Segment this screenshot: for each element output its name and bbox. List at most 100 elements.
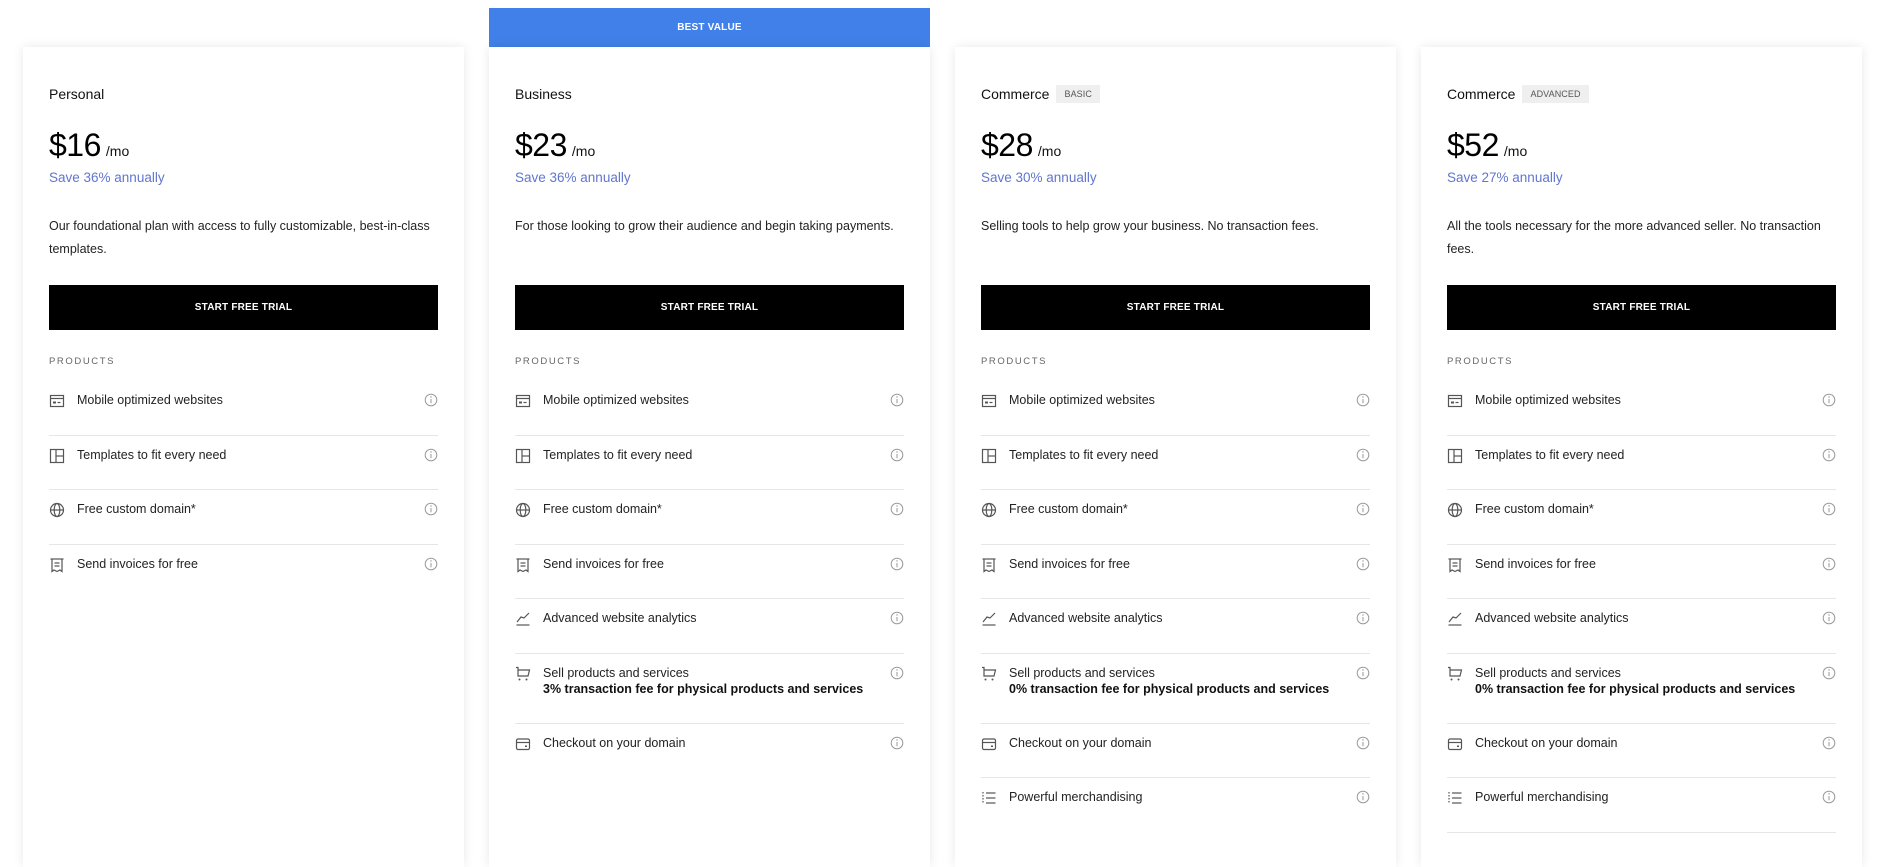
- info-icon[interactable]: [424, 502, 438, 516]
- templates-icon: [1447, 448, 1463, 464]
- invoice-icon: [1447, 557, 1463, 573]
- feature-label: Templates to fit every need: [543, 447, 693, 462]
- templates-icon: [515, 448, 531, 464]
- feature-text: Powerful merchandising: [1009, 789, 1370, 805]
- feature-item: Send invoices for free: [981, 545, 1370, 599]
- plan-card-personal: Personal $16 /mo Save 36% annually Our f…: [23, 47, 464, 867]
- feature-label: Advanced website analytics: [543, 611, 697, 625]
- best-value-banner: BEST VALUE: [489, 8, 930, 47]
- feature-text: Sell products and services 0% transaction…: [1475, 665, 1836, 697]
- info-icon[interactable]: [1356, 736, 1370, 750]
- feature-label: Powerful merchandising: [1009, 790, 1143, 804]
- website-icon: [515, 393, 531, 409]
- feature-text: Send invoices for free: [1009, 556, 1370, 572]
- feature-item: Advanced website analytics: [1447, 599, 1836, 654]
- info-icon[interactable]: [1356, 666, 1370, 680]
- start-free-trial-button[interactable]: START FREE TRIAL: [49, 285, 438, 330]
- plan-name: Commerce: [981, 86, 1050, 102]
- feature-item: Mobile optimized websites: [515, 381, 904, 436]
- price-period: /mo: [1037, 143, 1062, 159]
- feature-label: Mobile optimized websites: [1475, 393, 1621, 407]
- feature-item: Mobile optimized websites: [981, 381, 1370, 436]
- info-icon[interactable]: [1356, 611, 1370, 625]
- feature-text: Templates to fit every need: [77, 447, 438, 463]
- start-free-trial-button[interactable]: START FREE TRIAL: [1447, 285, 1836, 330]
- annual-savings: Save 36% annually: [515, 170, 631, 185]
- plan-card-business: Business $23 /mo Save 36% annually For t…: [489, 47, 930, 867]
- feature-label: Send invoices for free: [1009, 556, 1130, 571]
- feature-sublabel: 3% transaction fee for physical products…: [543, 681, 864, 696]
- website-icon: [1447, 393, 1463, 409]
- plan-description: All the tools necessary for the more adv…: [1447, 219, 1821, 256]
- info-icon[interactable]: [890, 736, 904, 750]
- feature-list: Mobile optimized websites Templates to fi…: [981, 381, 1370, 833]
- section-label-products: PRODUCTS: [49, 356, 116, 367]
- feature-label: Send invoices for free: [543, 556, 664, 571]
- feature-sublabel: 0% transaction fee for physical products…: [1009, 681, 1330, 696]
- info-icon[interactable]: [890, 448, 904, 462]
- feature-text: Send invoices for free: [1475, 556, 1836, 572]
- feature-item: Mobile optimized websites: [1447, 381, 1836, 436]
- feature-text: Checkout on your domain: [543, 735, 904, 751]
- info-icon[interactable]: [424, 448, 438, 462]
- feature-text: Free custom domain*: [543, 501, 904, 517]
- feature-label: Mobile optimized websites: [1009, 393, 1155, 407]
- feature-label: Free custom domain*: [77, 502, 196, 516]
- plan-price: $23: [515, 127, 567, 163]
- feature-item: Advanced website analytics: [515, 599, 904, 654]
- feature-item: Checkout on your domain: [1447, 724, 1836, 778]
- info-icon[interactable]: [1822, 448, 1836, 462]
- start-free-trial-button[interactable]: START FREE TRIAL: [515, 285, 904, 330]
- info-icon[interactable]: [1822, 790, 1836, 804]
- feature-item: Sell products and services 3% transaction…: [515, 654, 904, 724]
- info-icon[interactable]: [890, 557, 904, 571]
- section-label-products: PRODUCTS: [981, 356, 1048, 367]
- feature-text: Advanced website analytics: [1009, 610, 1370, 626]
- info-icon[interactable]: [890, 393, 904, 407]
- info-icon[interactable]: [1822, 502, 1836, 516]
- feature-item: Checkout on your domain: [981, 724, 1370, 778]
- globe-icon: [49, 502, 65, 518]
- info-icon[interactable]: [1822, 557, 1836, 571]
- feature-label: Mobile optimized websites: [77, 393, 223, 407]
- feature-item: Templates to fit every need: [515, 436, 904, 490]
- info-icon[interactable]: [890, 666, 904, 680]
- feature-label: Templates to fit every need: [1475, 447, 1625, 462]
- feature-text: Mobile optimized websites: [543, 392, 904, 408]
- feature-item: Free custom domain*: [981, 490, 1370, 545]
- analytics-icon: [981, 611, 997, 627]
- feature-item: Free custom domain*: [49, 490, 438, 545]
- info-icon[interactable]: [424, 557, 438, 571]
- feature-label: Advanced website analytics: [1475, 611, 1629, 625]
- feature-text: Free custom domain*: [1009, 501, 1370, 517]
- feature-text: Sell products and services 0% transaction…: [1009, 665, 1370, 697]
- info-icon[interactable]: [1356, 557, 1370, 571]
- info-icon[interactable]: [1356, 448, 1370, 462]
- info-icon[interactable]: [1822, 393, 1836, 407]
- feature-list: Mobile optimized websites Templates to fi…: [49, 381, 438, 599]
- info-icon[interactable]: [1356, 393, 1370, 407]
- plan-tier-badge: ADVANCED: [1522, 85, 1589, 103]
- info-icon[interactable]: [1822, 736, 1836, 750]
- info-icon[interactable]: [424, 393, 438, 407]
- feature-item: Mobile optimized websites: [49, 381, 438, 436]
- best-value-label: BEST VALUE: [677, 22, 742, 33]
- info-icon[interactable]: [1822, 666, 1836, 680]
- globe-icon: [981, 502, 997, 518]
- feature-list: Mobile optimized websites Templates to fi…: [515, 381, 904, 778]
- feature-text: Checkout on your domain: [1009, 735, 1370, 751]
- info-icon[interactable]: [1822, 611, 1836, 625]
- info-icon[interactable]: [890, 611, 904, 625]
- templates-icon: [981, 448, 997, 464]
- templates-icon: [49, 448, 65, 464]
- info-icon[interactable]: [1356, 502, 1370, 516]
- feature-text: Mobile optimized websites: [1009, 392, 1370, 408]
- feature-item: Powerful merchandising: [1447, 778, 1836, 833]
- info-icon[interactable]: [1356, 790, 1370, 804]
- feature-text: Templates to fit every need: [1475, 447, 1836, 463]
- feature-label: Checkout on your domain: [1009, 735, 1152, 750]
- start-free-trial-button[interactable]: START FREE TRIAL: [981, 285, 1370, 330]
- feature-label: Sell products and services: [1009, 665, 1155, 680]
- feature-label: Sell products and services: [1475, 665, 1621, 680]
- info-icon[interactable]: [890, 502, 904, 516]
